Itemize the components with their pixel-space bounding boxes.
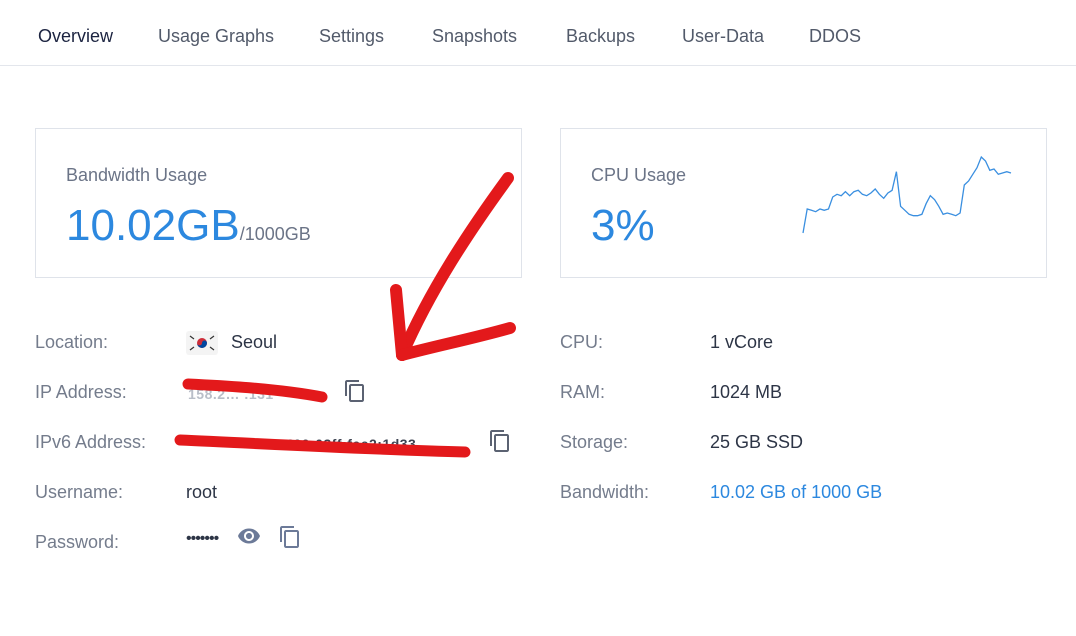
red-annotation-overlay <box>174 172 516 458</box>
ram-label: RAM: <box>560 382 605 402</box>
username-label: Username: <box>35 482 124 502</box>
ipv6-address-value: … 5400:03ff:fee2:1d33 <box>258 436 417 452</box>
tab-ddos[interactable]: DDOS <box>809 26 861 47</box>
red-arrow-head-right <box>396 322 516 361</box>
bandwidth-usage-value: 10.02GB/1000GB <box>66 201 311 251</box>
cpu-sparkline-series <box>802 155 1012 234</box>
cpu-usage-card: CPU Usage 3% <box>560 128 1047 278</box>
tab-overview[interactable]: Overview <box>38 26 113 47</box>
ip-address-label: IP Address: <box>35 382 127 402</box>
ip-address-value: 158.2… .131 <box>188 386 274 402</box>
tab-backups[interactable]: Backups <box>566 26 635 47</box>
copy-ip-icon[interactable] <box>343 379 367 403</box>
cpu-label: CPU: <box>560 332 604 352</box>
bandwidth-value-link[interactable]: 10.02 GB of 1000 GB <box>710 482 882 503</box>
cpu-usage-value: 3% <box>591 201 655 250</box>
copy-password-icon[interactable] <box>278 525 302 549</box>
storage-value: 25 GB SSD <box>710 432 804 452</box>
username-value: root <box>186 482 218 502</box>
location-value: Seoul <box>231 332 278 352</box>
tab-snapshots[interactable]: Snapshots <box>432 26 517 47</box>
tab-usage-graphs[interactable]: Usage Graphs <box>158 26 274 47</box>
cpu-value: 1 vCore <box>710 332 774 352</box>
storage-label: Storage: <box>560 432 629 452</box>
ipv6-address-label: IPv6 Address: <box>35 432 147 452</box>
bandwidth-used: 10.02GB <box>66 201 240 250</box>
tab-user-data[interactable]: User-Data <box>682 26 764 47</box>
red-arrow-head-left <box>390 284 408 361</box>
bandwidth-usage-label: Bandwidth Usage <box>66 165 208 185</box>
copy-ipv6-icon[interactable] <box>488 429 512 453</box>
bandwidth-limit: /1000GB <box>239 224 311 244</box>
tab-bar: Overview Usage Graphs Settings Snapshots… <box>0 0 1076 66</box>
eye-icon[interactable] <box>237 524 261 548</box>
south-korea-flag-icon <box>186 331 218 355</box>
password-value: ••••••• <box>186 530 219 547</box>
cpu-usage-sparkline <box>802 155 1012 234</box>
cpu-usage-label: CPU Usage <box>591 165 687 185</box>
ram-value: 1024 MB <box>710 382 783 402</box>
location-label: Location: <box>35 332 109 352</box>
bandwidth-label: Bandwidth: <box>560 482 650 502</box>
tab-settings[interactable]: Settings <box>319 26 384 47</box>
password-label: Password: <box>35 532 120 552</box>
bandwidth-usage-card: Bandwidth Usage 10.02GB/1000GB <box>35 128 522 278</box>
